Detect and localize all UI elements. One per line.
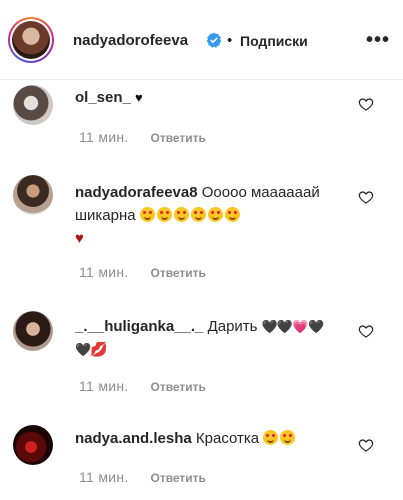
emoji-heart-eyes bbox=[263, 430, 279, 445]
post-header: nadyadorofeeva • Подписки ••• bbox=[0, 0, 403, 80]
comment-time: 11 мин. bbox=[79, 469, 129, 485]
comment-avatar[interactable] bbox=[13, 175, 53, 215]
comment-meta: 11 мин. Ответить bbox=[79, 378, 206, 394]
pink-heart-emoji: 💗 bbox=[292, 319, 309, 334]
reply-button[interactable]: Ответить bbox=[150, 380, 205, 394]
emoji-heart-eyes bbox=[224, 207, 240, 222]
comment-avatar[interactable] bbox=[13, 85, 53, 125]
comment-username[interactable]: ol_sen_ bbox=[75, 89, 131, 106]
following-button[interactable]: Подписки bbox=[240, 33, 308, 49]
header-username[interactable]: nadyadorofeeva bbox=[73, 32, 188, 49]
comment-meta: 11 мин. Ответить bbox=[79, 469, 206, 485]
comment-text: nadya.and.lesha Красотка bbox=[75, 427, 345, 450]
verified-badge-icon bbox=[206, 32, 222, 48]
comment-username[interactable]: nadyadorafeeva8 bbox=[75, 184, 198, 201]
black-heart-emoji: 🖤 bbox=[308, 319, 324, 334]
reply-button[interactable]: Ответить bbox=[150, 266, 205, 280]
emoji-heart-eyes bbox=[207, 207, 223, 222]
comment-time: 11 мин. bbox=[79, 378, 129, 394]
lips-emoji: 💋 bbox=[90, 341, 108, 357]
header-separator-dot: • bbox=[227, 32, 233, 49]
comment-body: Дарить bbox=[207, 318, 258, 335]
reply-button[interactable]: Ответить bbox=[150, 131, 205, 145]
comment-time: 11 мин. bbox=[79, 129, 129, 145]
comment-avatar[interactable] bbox=[13, 311, 53, 351]
black-hearts-emoji: 🖤🖤 bbox=[261, 319, 293, 334]
heart-outline-icon[interactable] bbox=[358, 437, 374, 453]
more-options-icon[interactable]: ••• bbox=[366, 29, 390, 52]
heart-outline-icon[interactable] bbox=[358, 96, 374, 112]
comment-body: ♥ bbox=[135, 90, 143, 105]
comment-text: ol_sen_ ♥ bbox=[75, 86, 345, 109]
comment-text: nadyadorafeeva8 Ооооо маааааай шикарна ♥ bbox=[75, 181, 345, 250]
emoji-heart-eyes bbox=[139, 207, 155, 222]
avatar-photo bbox=[12, 21, 50, 59]
comment-meta: 11 мин. Ответить bbox=[79, 129, 206, 145]
comment-username[interactable]: _.__huliganka__._ bbox=[75, 318, 203, 335]
emoji-heart-eyes bbox=[190, 207, 206, 222]
emoji-heart-eyes bbox=[156, 207, 172, 222]
comment-text: _.__huliganka__._ Дарить 🖤🖤💗🖤 🖤💋 bbox=[75, 315, 345, 361]
profile-avatar[interactable] bbox=[8, 17, 54, 63]
comment-body: Красотка bbox=[195, 430, 260, 447]
comment-time: 11 мин. bbox=[79, 264, 129, 280]
comment-username[interactable]: nadya.and.lesha bbox=[75, 430, 192, 447]
heart-outline-icon[interactable] bbox=[358, 323, 374, 339]
emoji-heart-eyes bbox=[280, 430, 296, 445]
emoji-heart-eyes bbox=[173, 207, 189, 222]
black-heart-emoji: 🖤 bbox=[75, 342, 91, 357]
comment-avatar[interactable] bbox=[13, 425, 53, 465]
heart-outline-icon[interactable] bbox=[358, 189, 374, 205]
reply-button[interactable]: Ответить bbox=[150, 471, 205, 485]
red-heart-emoji: ♥ bbox=[75, 230, 84, 247]
comment-meta: 11 мин. Ответить bbox=[79, 264, 206, 280]
